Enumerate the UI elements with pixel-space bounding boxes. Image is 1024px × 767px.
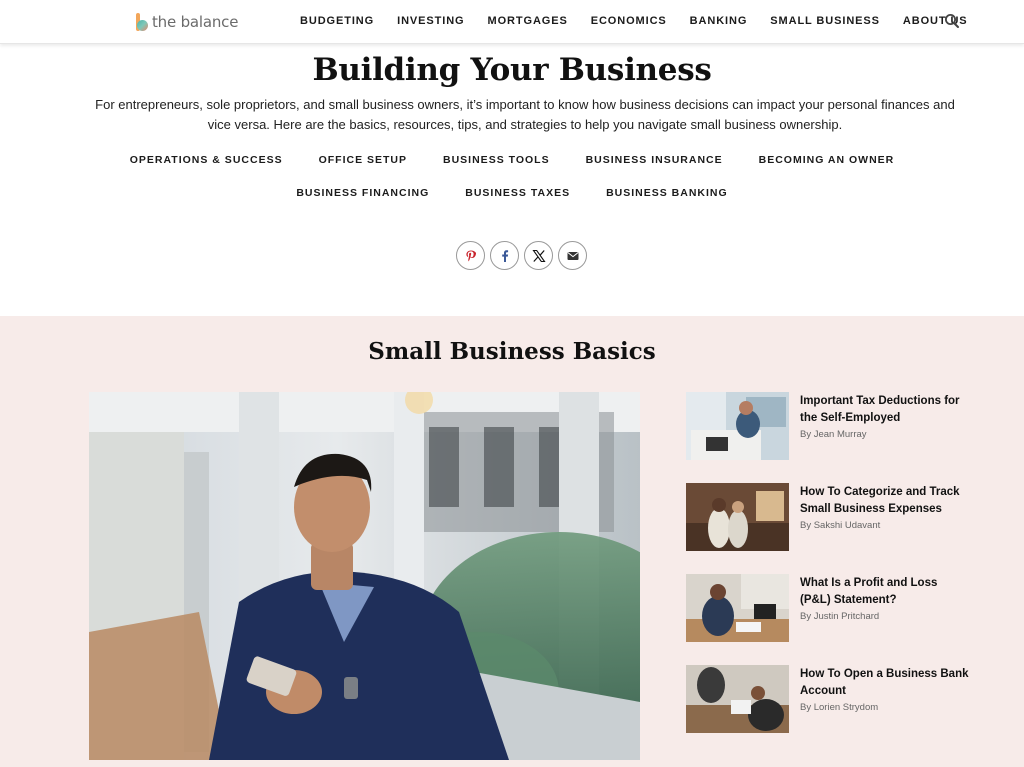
category-operations-success[interactable]: OPERATIONS & SUCCESS [130,154,283,166]
category-business-insurance[interactable]: BUSINESS INSURANCE [586,154,723,166]
article-thumbnail [686,392,789,460]
page-title: Building Your Business [312,52,712,88]
share-buttons [456,241,592,270]
article-thumbnail [686,574,789,642]
list-item[interactable]: What Is a Profit and Loss (P&L) Statemen… [686,574,976,644]
nav-economics[interactable]: ECONOMICS [591,15,667,27]
email-icon[interactable] [558,241,587,270]
nav-budgeting[interactable]: BUDGETING [300,15,374,27]
article-title: How To Open a Business Bank Account [800,668,969,697]
nav-investing[interactable]: INVESTING [397,15,464,27]
site-header: the balance BUDGETING INVESTING MORTGAGE… [0,0,1024,44]
facebook-icon[interactable] [490,241,519,270]
article-thumbnail [686,665,789,733]
article-title: What Is a Profit and Loss (P&L) Statemen… [800,577,938,606]
category-office-setup[interactable]: OFFICE SETUP [319,154,407,166]
list-item[interactable]: How To Open a Business Bank Account By L… [686,665,976,735]
logo-text: the balance [152,13,239,31]
main-nav: BUDGETING INVESTING MORTGAGES ECONOMICS … [300,0,991,42]
article-byline: By Lorien Strydom [800,702,879,713]
category-business-banking[interactable]: BUSINESS BANKING [606,187,728,199]
nav-mortgages[interactable]: MORTGAGES [488,15,568,27]
pinterest-icon[interactable] [456,241,485,270]
category-links-row-2: BUSINESS FINANCING BUSINESS TAXES BUSINE… [60,187,964,199]
intro-paragraph: For entrepreneurs, sole proprietors, and… [95,97,955,132]
list-item[interactable]: Important Tax Deductions for the Self-Em… [686,392,976,462]
logo-mark-icon [136,13,148,31]
category-links-row-1: OPERATIONS & SUCCESS OFFICE SETUP BUSINE… [60,154,964,166]
list-item[interactable]: How To Categorize and Track Small Busine… [686,483,976,553]
site-logo[interactable]: the balance [136,11,238,33]
nav-banking[interactable]: BANKING [690,15,748,27]
article-byline: By Justin Pritchard [800,611,880,622]
article-thumbnail [686,483,789,551]
nav-small-business[interactable]: SMALL BUSINESS [770,15,880,27]
x-icon[interactable] [524,241,553,270]
article-title: How To Categorize and Track Small Busine… [800,486,960,515]
small-business-basics-section: Small Business Basics Important Tax Dedu… [0,316,1024,767]
featured-article-image[interactable] [89,392,640,760]
article-byline: By Sakshi Udavant [800,520,881,531]
article-title: Important Tax Deductions for the Self-Em… [800,395,960,424]
category-business-taxes[interactable]: BUSINESS TAXES [465,187,570,199]
search-icon[interactable] [943,12,961,30]
category-business-tools[interactable]: BUSINESS TOOLS [443,154,550,166]
category-business-financing[interactable]: BUSINESS FINANCING [296,187,429,199]
section-title: Small Business Basics [368,338,656,365]
article-byline: By Jean Murray [800,429,867,440]
category-becoming-an-owner[interactable]: BECOMING AN OWNER [759,154,895,166]
